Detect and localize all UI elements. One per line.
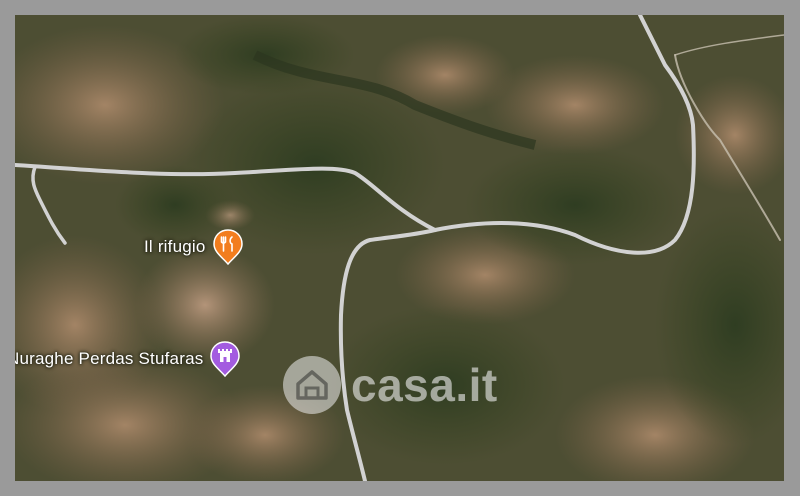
map-view[interactable]: Il rifugio Nuraghe Perdas Stufaras casa.… bbox=[15, 15, 784, 481]
poi-nuraghe-perdas-stufaras[interactable]: Nuraghe Perdas Stufaras bbox=[15, 340, 241, 378]
poi-label: Il rifugio bbox=[144, 237, 206, 256]
landmark-icon[interactable] bbox=[209, 340, 241, 378]
watermark-text: casa.it bbox=[351, 359, 498, 411]
restaurant-icon[interactable] bbox=[212, 228, 244, 266]
poi-label: Nuraghe Perdas Stufaras bbox=[15, 349, 204, 368]
house-icon bbox=[283, 356, 341, 414]
casa-it-watermark: casa.it bbox=[283, 356, 498, 414]
poi-il-rifugio[interactable]: Il rifugio bbox=[144, 228, 244, 266]
